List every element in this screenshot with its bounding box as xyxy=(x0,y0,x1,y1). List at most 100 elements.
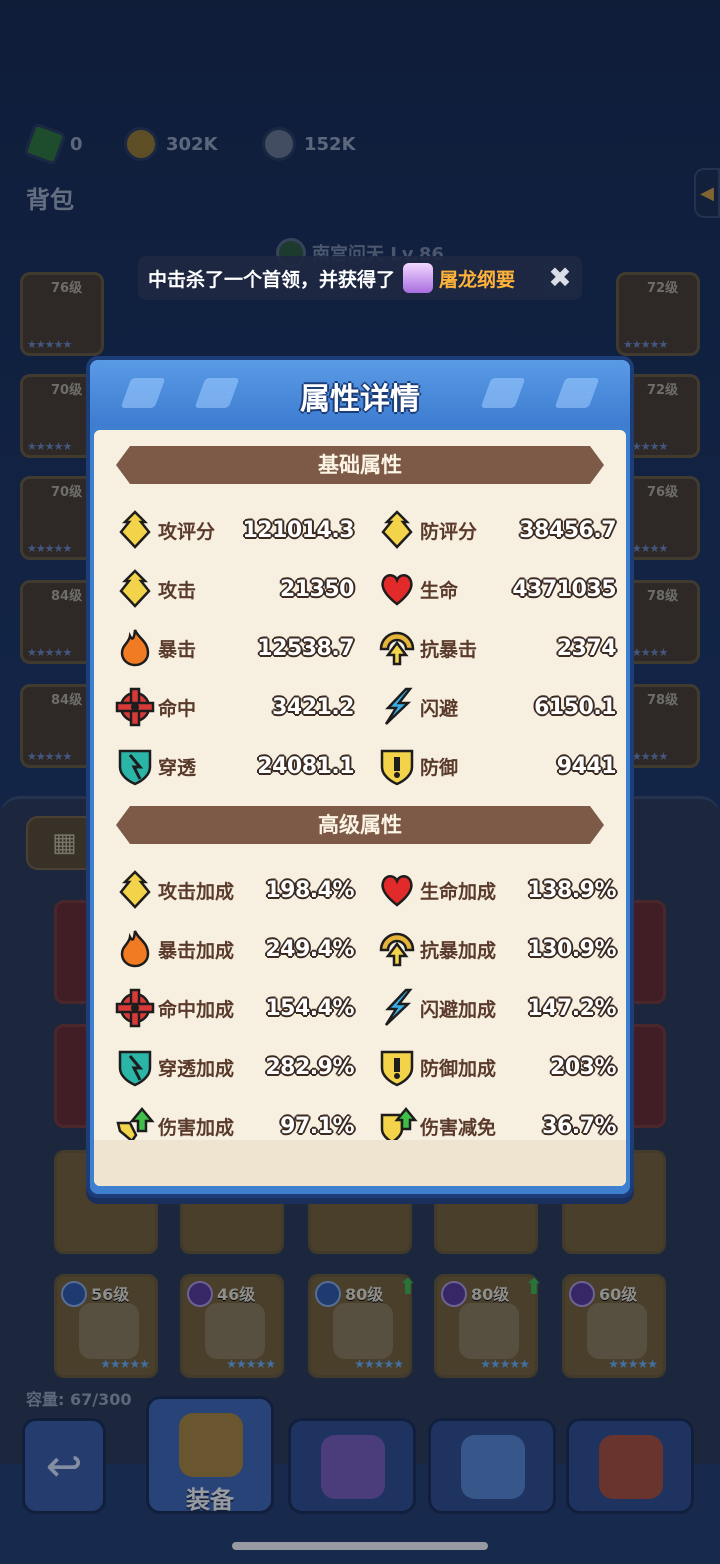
stat-label: 伤害减免 xyxy=(420,1116,497,1139)
chest-icon xyxy=(321,1435,385,1499)
stat-value: 36.7% xyxy=(542,1113,616,1139)
star-rating-icon: ★★★★★ xyxy=(226,1357,276,1371)
stat-value: 4371035 xyxy=(512,576,616,602)
item-art xyxy=(205,1303,265,1359)
equip-level: 84级 xyxy=(51,589,83,604)
stat-label: 生命加成 xyxy=(420,880,497,903)
inventory-item[interactable]: 80级 ⬆ ★★★★★ xyxy=(308,1274,417,1378)
stat-value: 154.4% xyxy=(265,995,354,1021)
crosshair-icon xyxy=(114,686,156,728)
star-rating-icon: ★★★★★ xyxy=(480,1357,530,1371)
shadow-element-icon xyxy=(569,1281,595,1307)
gem-icon xyxy=(23,122,67,166)
stat-value: 198.4% xyxy=(265,877,354,903)
equip-level: 78级 xyxy=(647,693,679,708)
stat-value: 9441 xyxy=(556,753,617,779)
stat-label: 防御 xyxy=(420,756,459,779)
cloak-item-icon xyxy=(403,263,434,293)
side-panel-arrow[interactable]: ◀ xyxy=(694,168,720,218)
stat-value: 24081.1 xyxy=(257,753,354,779)
close-icon[interactable]: ✖ xyxy=(544,262,576,294)
equip-level: 72级 xyxy=(647,383,679,398)
water-element-icon xyxy=(315,1281,341,1307)
stat-value: 97.1% xyxy=(280,1113,354,1139)
stat-label: 命中 xyxy=(158,697,197,720)
item-level: 60级 xyxy=(599,1285,638,1304)
upgrade-arrow-icon: ⬆ xyxy=(524,1275,543,1300)
stat-row: 暴击 12538.7 xyxy=(114,626,354,670)
water-element-icon xyxy=(61,1281,87,1307)
item-art xyxy=(79,1303,139,1359)
puzzle-icon xyxy=(461,1435,525,1499)
stat-value: 282.9% xyxy=(265,1054,354,1080)
tab-puzzle[interactable] xyxy=(428,1418,556,1514)
inventory-item[interactable]: 80级 ⬆ ★★★★★ xyxy=(434,1274,543,1378)
gold-coin-icon xyxy=(124,127,158,161)
stat-value: 12538.7 xyxy=(257,635,354,661)
stat-row: 生命加成 138.9% xyxy=(376,868,616,912)
bottom-tab-bar: ↩ 装备 xyxy=(0,1394,720,1564)
footer-decoration xyxy=(94,1140,626,1186)
stat-label: 攻击加成 xyxy=(158,880,235,903)
star-rating-icon: ★★★★★ xyxy=(100,1357,150,1371)
stat-row: 穿透 24081.1 xyxy=(114,744,354,788)
star-rating-icon: ★★★★★ xyxy=(27,542,72,555)
stat-label: 命中加成 xyxy=(158,998,235,1021)
stat-value: 203% xyxy=(550,1054,616,1080)
inventory-item[interactable]: 46级 ★★★★★ xyxy=(180,1274,284,1378)
star-rating-icon: ★★★★★ xyxy=(27,338,72,351)
dialog-title: 属性详情 xyxy=(300,382,420,417)
home-indicator xyxy=(232,1542,488,1550)
tab-chest[interactable] xyxy=(288,1418,416,1514)
stat-label: 抗暴加成 xyxy=(420,939,497,962)
inventory-item[interactable]: 60级 ★★★★★ xyxy=(562,1274,666,1378)
star-rating-icon: ★★★★★ xyxy=(623,338,668,351)
crit-bonus-icon xyxy=(114,928,156,970)
hit-bonus-icon xyxy=(114,987,156,1029)
stat-value: 38456.7 xyxy=(519,517,616,543)
stat-label: 攻评分 xyxy=(158,520,216,543)
tab-equipment[interactable]: 装备 xyxy=(146,1396,274,1514)
stat-row: 穿透加成 282.9% xyxy=(114,1045,354,1089)
equip-level: 78级 xyxy=(647,589,679,604)
stat-label: 穿透加成 xyxy=(158,1057,235,1080)
crit-resist-icon xyxy=(376,627,418,669)
stat-value: 249.4% xyxy=(265,936,354,962)
defense-bonus-icon xyxy=(376,1046,418,1088)
attack-bonus-icon xyxy=(114,869,156,911)
gem-currency: 0 xyxy=(23,122,83,166)
dodge-icon xyxy=(376,686,418,728)
shadow-element-icon xyxy=(187,1281,213,1307)
stat-value: 147.2% xyxy=(527,995,616,1021)
heart-bonus-icon xyxy=(376,869,418,911)
item-level: 80级 xyxy=(471,1285,510,1304)
stat-value: 130.9% xyxy=(527,936,616,962)
equipment-icon xyxy=(179,1413,243,1477)
back-button[interactable]: ↩ xyxy=(22,1418,106,1514)
stat-row: 命中加成 154.4% xyxy=(114,986,354,1030)
basic-attributes-header: 基础属性 xyxy=(116,446,604,484)
item-art xyxy=(333,1303,393,1359)
attack-score-icon xyxy=(114,509,156,551)
dialog-header: 属性详情 xyxy=(90,360,630,426)
inventory-item[interactable]: 56级 ★★★★★ xyxy=(54,1274,158,1378)
item-art xyxy=(587,1303,647,1359)
tab-mask[interactable] xyxy=(566,1418,694,1514)
gold-count: 302K xyxy=(166,133,218,155)
stat-row: 命中 3421.2 xyxy=(114,685,354,729)
crit-resist-bonus-icon xyxy=(376,928,418,970)
item-art xyxy=(459,1303,519,1359)
stat-label: 防评分 xyxy=(420,520,478,543)
tab-equipment-label: 装备 xyxy=(186,1486,234,1514)
equip-level: 70级 xyxy=(51,383,83,398)
stat-label: 暴击加成 xyxy=(158,939,235,962)
stat-row: 闪避 6150.1 xyxy=(376,685,616,729)
bag-title: 背包 xyxy=(26,186,74,214)
kill-notification-toast: 中击杀了一个首领，并获得了 屠龙纲要 ✖ xyxy=(138,256,582,300)
stat-value: 6150.1 xyxy=(534,694,616,720)
silver-coin-icon xyxy=(262,127,296,161)
equip-slot-right-1[interactable]: 72级 ★★★★★ xyxy=(616,272,700,356)
item-level: 80级 xyxy=(345,1285,384,1304)
equip-slot-left-1[interactable]: 76级 ★★★★★ xyxy=(20,272,104,356)
stat-row: 暴击加成 249.4% xyxy=(114,927,354,971)
